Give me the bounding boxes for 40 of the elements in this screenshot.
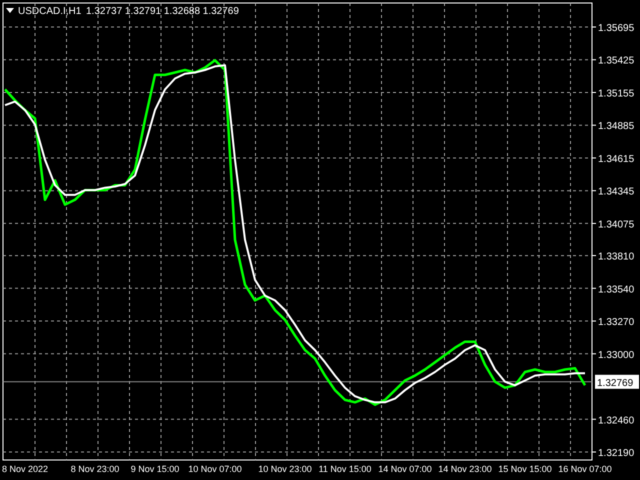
y-axis-label: 1.34885 bbox=[592, 121, 634, 132]
y-tick-label: 1.34885 bbox=[598, 121, 635, 132]
dropdown-triangle-icon[interactable] bbox=[6, 8, 14, 13]
y-axis-label: 1.35425 bbox=[592, 56, 634, 67]
x-axis-label: 10 Nov 23:00 bbox=[258, 464, 312, 474]
y-axis-label: 1.33000 bbox=[592, 350, 634, 361]
y-axis-label: 1.32190 bbox=[592, 448, 634, 459]
y-tick-label: 1.33540 bbox=[598, 284, 635, 296]
y-tick-label: 1.34345 bbox=[598, 186, 635, 198]
y-tick-label: 1.34615 bbox=[598, 154, 635, 165]
y-tick-label: 1.33270 bbox=[598, 317, 635, 328]
y-tick-label: 1.32460 bbox=[598, 415, 635, 426]
y-axis-label: 1.34615 bbox=[592, 154, 634, 165]
x-axis-label: 14 Nov 07:00 bbox=[378, 464, 432, 474]
y-axis-label: 1.35155 bbox=[592, 88, 634, 100]
y-axis-label: 1.35695 bbox=[592, 23, 634, 34]
y-tick-label: 1.33000 bbox=[598, 350, 635, 361]
y-tick-label: 1.33810 bbox=[598, 252, 635, 263]
x-axis-label: 11 Nov 15:00 bbox=[318, 464, 372, 474]
y-axis-label: 1.34075 bbox=[592, 219, 634, 230]
y-tick-label: 1.35425 bbox=[598, 56, 635, 67]
y-axis-label: 1.32460 bbox=[592, 415, 634, 426]
y-axis-label: 1.33270 bbox=[592, 317, 634, 328]
x-axis-label: 8 Nov 23:00 bbox=[70, 464, 120, 474]
y-axis-label: 1.33810 bbox=[592, 252, 634, 263]
y-tick-label: 1.32190 bbox=[598, 448, 635, 459]
last-price-label: 1.32769 bbox=[595, 374, 639, 389]
y-axis-label: 1.33540 bbox=[592, 284, 634, 296]
quote-text: 1.32737 1.32791 1.32688 1.32769 bbox=[86, 6, 239, 17]
x-axis-label: 15 Nov 15:00 bbox=[498, 464, 552, 474]
y-tick-label: 1.34075 bbox=[598, 219, 635, 230]
x-axis-label: 14 Nov 23:00 bbox=[438, 464, 492, 474]
x-axis-label: 10 Nov 07:00 bbox=[188, 464, 242, 474]
x-axis-label: 16 Nov 07:00 bbox=[558, 464, 612, 474]
y-axis-label: 1.34345 bbox=[592, 186, 634, 198]
x-axis-label: 8 Nov 2022 bbox=[2, 464, 48, 474]
x-axis-label: 9 Nov 15:00 bbox=[130, 464, 180, 474]
symbol-title: USDCAD.I,H1 bbox=[18, 6, 82, 17]
y-tick-label: 1.35155 bbox=[598, 88, 635, 100]
y-tick-label: 1.35695 bbox=[598, 23, 635, 34]
